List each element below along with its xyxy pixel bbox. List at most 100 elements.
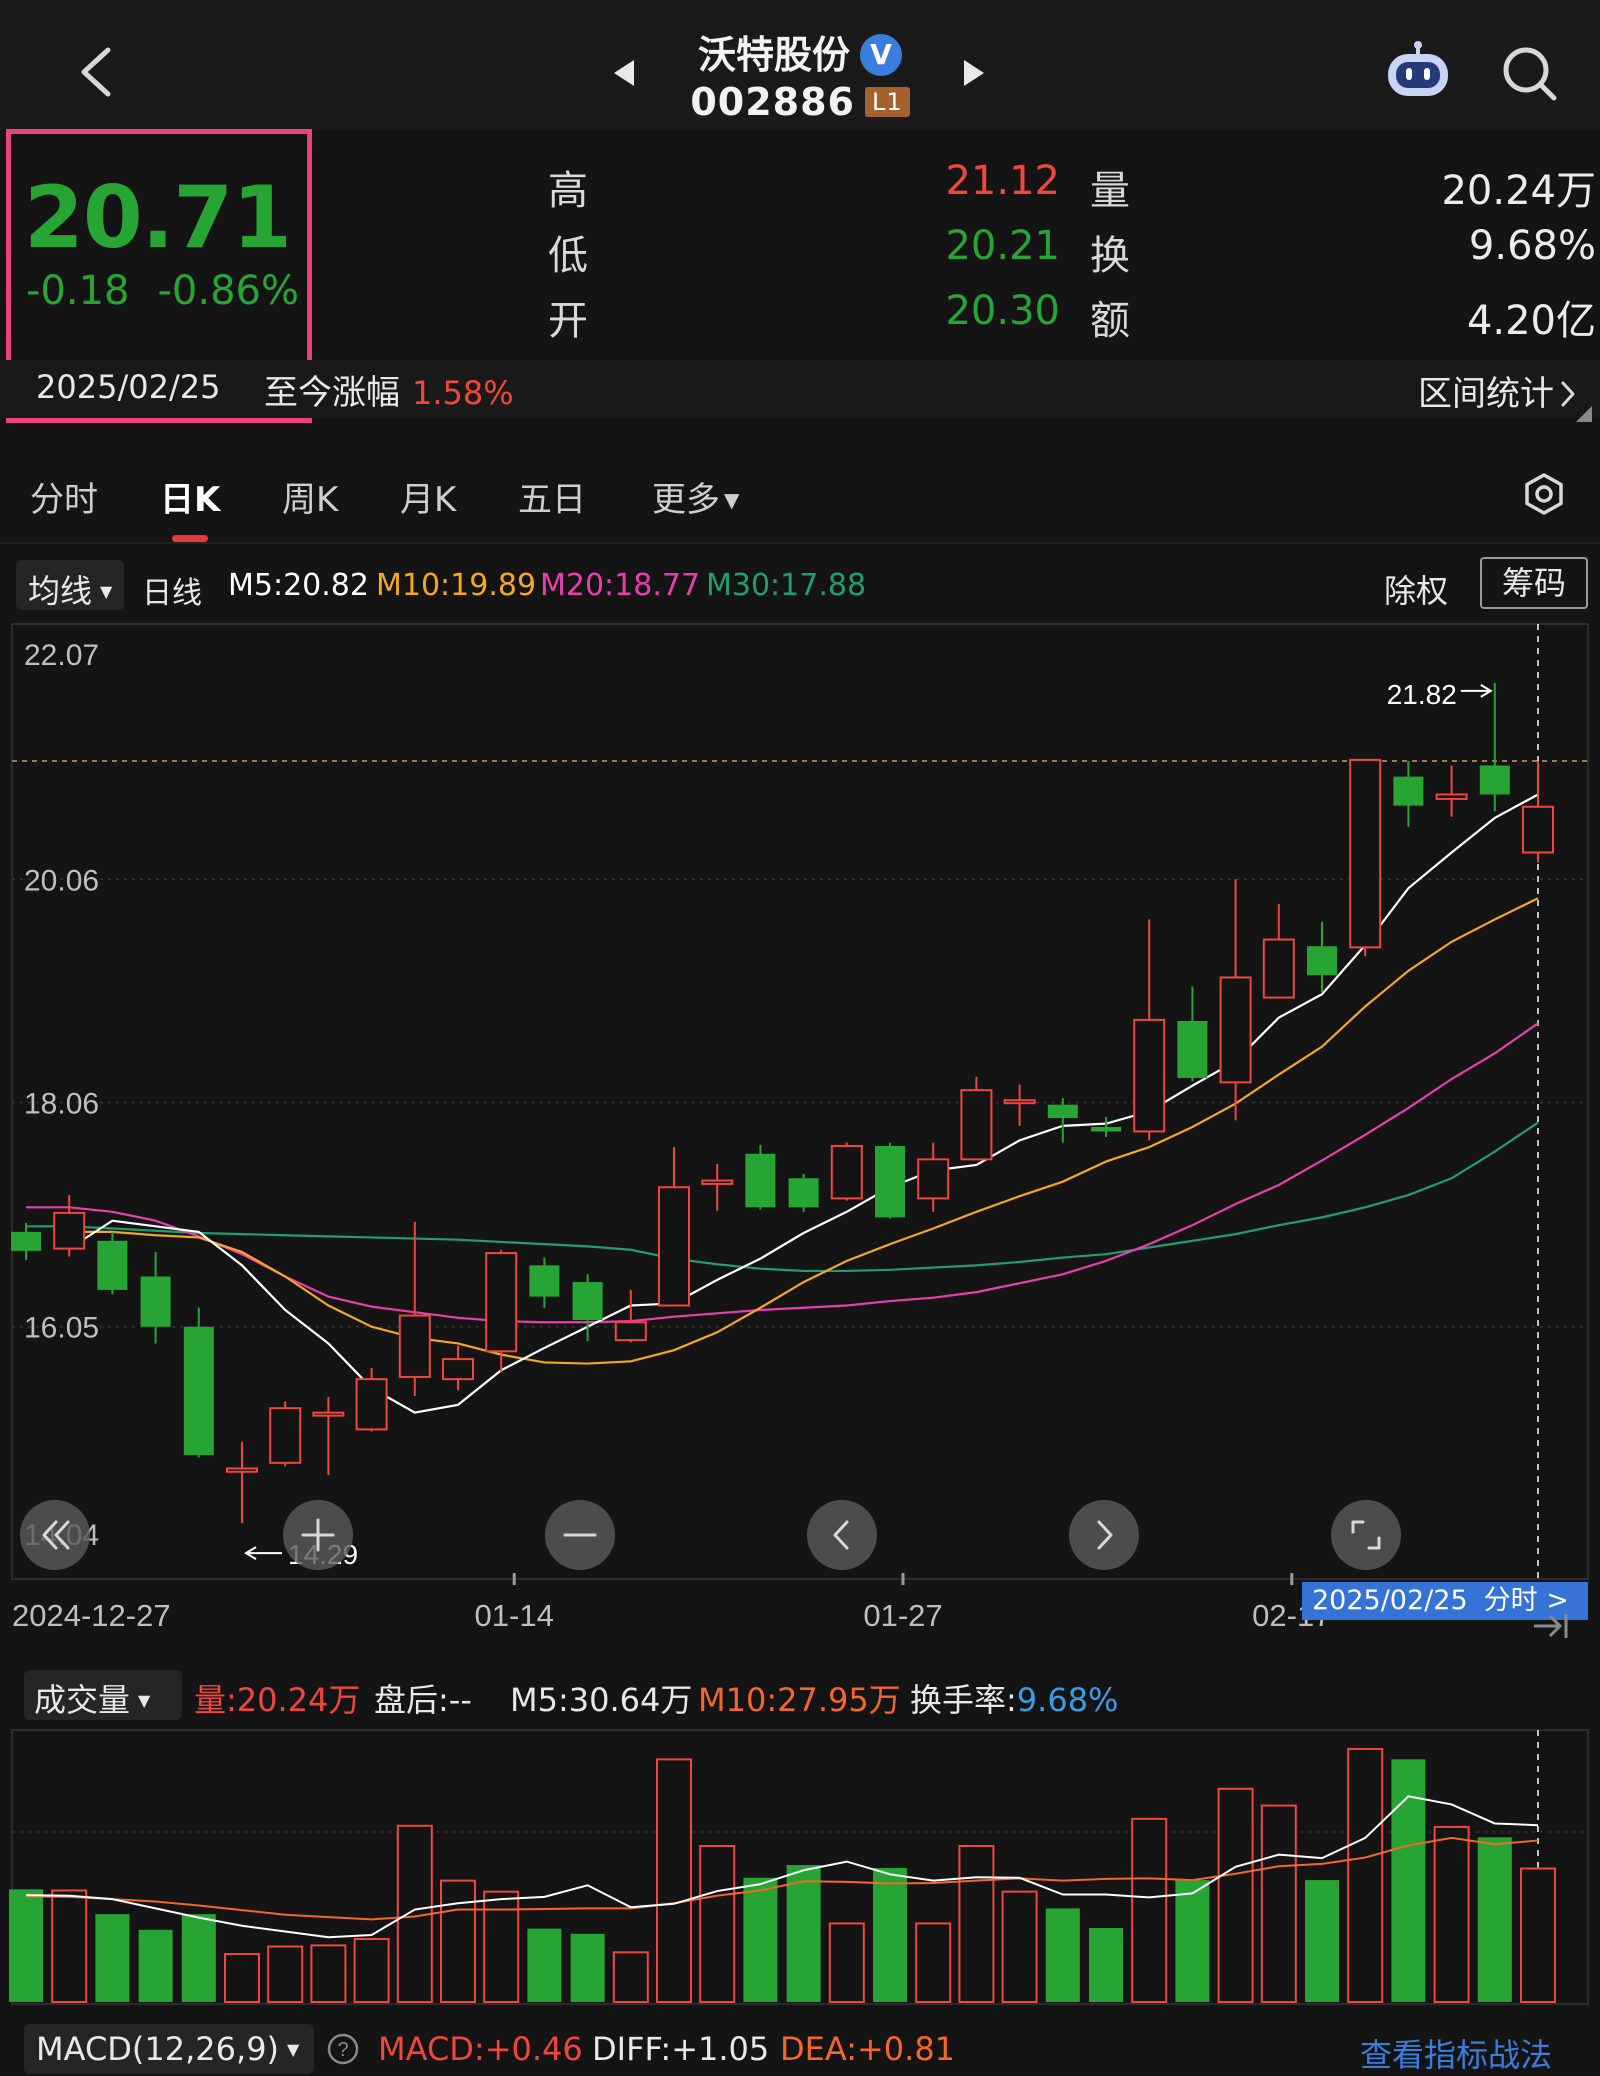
candle-body — [572, 1282, 603, 1321]
volume-bar-down — [570, 1933, 605, 2002]
candle-up — [398, 1221, 431, 1396]
candle-body — [97, 1240, 128, 1290]
chevron-right-icon — [1097, 1520, 1113, 1550]
indicator-strategy-link[interactable]: 查看指标战法 — [1360, 2030, 1552, 2076]
search-icon[interactable] — [1500, 44, 1560, 104]
candle-body — [960, 1089, 993, 1161]
candle-body — [745, 1153, 776, 1208]
candle-down — [183, 1307, 214, 1458]
jump-to-latest-icon[interactable] — [1528, 1606, 1574, 1646]
candle-up — [1349, 758, 1382, 957]
candle-up — [614, 1289, 647, 1343]
active-tab-indicator — [172, 535, 208, 542]
candle-down — [529, 1257, 560, 1308]
x-tick-label: 01-27 — [863, 1598, 942, 1633]
ma20-value: M20:18.77 — [540, 568, 701, 603]
volume-bar-down — [743, 1877, 778, 2002]
volume-bar-down — [95, 1914, 130, 2002]
candle-body — [1393, 776, 1424, 806]
stat-value-volume: 20.24万 — [1441, 168, 1596, 214]
volume-bar-up — [828, 1922, 865, 2003]
ex-rights-toggle[interactable]: 除权 — [1384, 566, 1448, 612]
candle-up — [312, 1397, 345, 1476]
ma5-line — [68, 793, 1539, 1414]
candle-body — [53, 1211, 86, 1250]
robot-assistant-icon[interactable] — [1384, 40, 1452, 102]
candle-up — [1003, 1084, 1036, 1126]
volume-bar-up — [483, 1890, 520, 2003]
volume-select-label: 成交量 ▼ — [34, 1675, 150, 1721]
volume-bar-down — [786, 1865, 821, 2002]
candle-up — [1262, 903, 1295, 999]
candle-up — [442, 1345, 474, 1391]
range-stats-link[interactable]: 区间统计 — [1418, 366, 1578, 415]
dea-value: DEA:+0.81 — [780, 2030, 956, 2068]
ma-period: 日线 — [142, 576, 202, 611]
tab-weekly-k[interactable]: 周K — [282, 472, 338, 521]
volume-bar-down — [1175, 1880, 1210, 2002]
candle-body — [1349, 758, 1382, 949]
candle-up — [701, 1163, 734, 1211]
stat-value-turnover: 9.68% — [1468, 223, 1596, 269]
macd-select-label: MACD(12,26,9) ▼ — [36, 2030, 299, 2068]
volume-ma5: M5:30.64万 — [510, 1681, 693, 1719]
candle-body — [1522, 805, 1554, 854]
candlestick-chart[interactable]: 22.0720.0618.0616.0514.042024-12-2701-14… — [0, 620, 1600, 1650]
price-change: -0.18 -0.86% — [26, 268, 299, 314]
chips-button[interactable]: 筹码 — [1480, 557, 1588, 609]
svg-text:?: ? — [337, 2039, 348, 2061]
volume-bar-down — [1045, 1908, 1080, 2002]
zoom-in-button[interactable] — [283, 1500, 353, 1570]
stat-label-open: 开 — [548, 298, 588, 344]
level-badge: L1 — [865, 87, 910, 117]
tab-monthly-k[interactable]: 月K — [400, 472, 456, 521]
ma30-value: M30:17.88 — [706, 568, 867, 603]
candle-body — [875, 1145, 905, 1218]
stock-code-text: 002886 — [690, 80, 855, 124]
quote-date: 2025/02/25 — [36, 368, 221, 406]
rewind-button[interactable] — [20, 1500, 90, 1570]
candle-body — [1047, 1104, 1078, 1119]
volume-bar-up — [1433, 1825, 1470, 2003]
stat-value-low: 20.21 — [945, 223, 1060, 269]
y-tick-label: 22.07 — [24, 639, 99, 672]
caret-down-icon: ▼ — [287, 2040, 300, 2059]
volume-bar-up — [1347, 1747, 1384, 2003]
candle-up — [1219, 879, 1252, 1121]
volume-bar-up — [1217, 1787, 1254, 2003]
fullscreen-button[interactable] — [1331, 1500, 1401, 1570]
tab-divider — [0, 542, 1600, 544]
max-price-label: 21.82 — [1387, 679, 1457, 710]
scroll-right-button[interactable] — [1069, 1500, 1139, 1570]
candle-down — [788, 1173, 819, 1212]
chevron-left-icon — [833, 1520, 849, 1550]
volume-bar-up — [310, 1944, 347, 2003]
fullscreen-icon — [1351, 1520, 1381, 1550]
scroll-left-button[interactable] — [807, 1500, 877, 1570]
help-icon[interactable]: ? — [326, 2032, 360, 2066]
volume-bar-down — [181, 1914, 216, 2002]
candle-body — [11, 1231, 41, 1251]
candle-body — [658, 1186, 690, 1307]
volume-bar-up — [353, 1938, 390, 2003]
candle-body — [1307, 946, 1337, 976]
candle-down — [97, 1231, 128, 1295]
stat-value-amount: 4.20亿 — [1466, 298, 1596, 344]
tab-five-day[interactable]: 五日 — [518, 472, 586, 521]
stat-label-turnover: 换 — [1090, 233, 1130, 279]
candle-up — [830, 1142, 863, 1201]
tab-daily-k[interactable]: 日K — [160, 472, 220, 521]
settings-hexagon-icon[interactable] — [1522, 472, 1566, 516]
volume-bar-up — [1260, 1804, 1297, 2003]
zoom-out-button[interactable] — [545, 1500, 615, 1570]
candle-body — [1435, 793, 1468, 800]
tab-timeshare[interactable]: 分时 — [30, 472, 98, 521]
volume-chart[interactable] — [0, 1726, 1600, 2016]
candle-up — [485, 1249, 518, 1373]
candle-down — [745, 1144, 776, 1210]
tab-more[interactable]: 更多 ▼ — [652, 472, 739, 521]
candle-down — [1177, 986, 1208, 1082]
volume-title: 成交量 — [34, 1681, 131, 1719]
candle-up — [226, 1441, 258, 1524]
candle-body — [529, 1265, 560, 1297]
